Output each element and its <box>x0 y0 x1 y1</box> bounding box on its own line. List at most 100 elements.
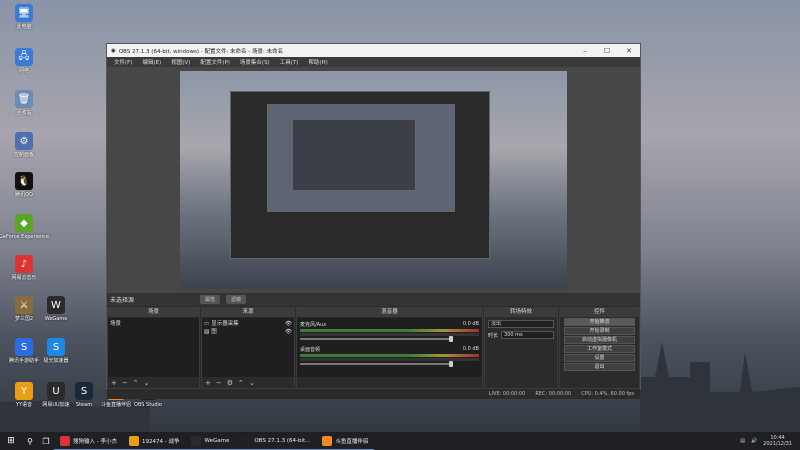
level-meter <box>300 329 479 332</box>
studio-mode-button[interactable]: 工作室模式 <box>564 345 635 353</box>
gear-icon[interactable]: ⚙ <box>227 379 233 387</box>
remove-icon[interactable]: − <box>122 379 128 387</box>
preview-canvas[interactable] <box>180 71 567 289</box>
mixer-dock: 混音器 麦克风/Aux 0.0 dB 桌面音频 0.0 dB <box>296 307 483 389</box>
obs-logo-icon: ◉ <box>111 47 116 54</box>
menu-scene-collection[interactable]: 场景集合(S) <box>235 58 275 66</box>
channel-db: 0.0 dB <box>462 321 479 327</box>
mixer-channel: 麦克风/Aux 0.0 dB <box>300 321 479 342</box>
app-icon: 🐧 <box>15 172 33 190</box>
window-title: OBS 27.1.3 (64-bit, windows) - 配置文件: 未命名… <box>118 48 284 55</box>
up-icon[interactable]: ⌃ <box>133 379 139 387</box>
taskbar: ⊞ ⚲ ❐ 搜狗输入 - 李小杰 192474 - 战争 WeGame OBS 27.… <box>0 432 800 450</box>
level-meter <box>300 354 479 357</box>
transition-select[interactable]: 淡出 <box>488 320 554 328</box>
desktop-icon[interactable]: ⚙ 控制面板 <box>2 132 46 158</box>
duration-label: 时长 <box>488 332 499 339</box>
desktop-icon[interactable]: 🖧 网络 <box>2 48 46 74</box>
menu-edit[interactable]: 编辑(E) <box>137 58 166 66</box>
filters-button[interactable]: 滤镜 <box>226 295 247 304</box>
app-icon <box>60 435 70 446</box>
title-bar[interactable]: ◉ OBS 27.1.3 (64-bit, windows) - 配置文件: 未… <box>107 44 640 57</box>
desktop-icon[interactable]: W WeGame <box>34 296 78 322</box>
desktop-icon-label: WeGame <box>44 316 68 322</box>
desktop-icon-label: GeForce Experience <box>0 234 49 240</box>
dock-row: 场景 场景 + − ⌃ ⌄ 来源 ▭ 显示器采集 👁 ▨ 图 👁 + − ⚙ ⌃ ⌄ 混音器 <box>107 307 640 389</box>
desktop-icon-label: Steam <box>75 402 93 408</box>
status-bar: LIVE: 00:00:00 REC: 00:00:00 CPU: 0.4%, … <box>107 389 640 399</box>
app-icon: S <box>75 382 93 400</box>
mixer-title: 混音器 <box>297 308 482 317</box>
menu-view[interactable]: 视图(V) <box>166 58 195 66</box>
add-icon[interactable]: + <box>111 379 117 387</box>
eye-icon[interactable]: 👁 <box>285 320 292 328</box>
taskbar-app[interactable]: 搜狗输入 - 李小杰 <box>54 432 123 450</box>
desktop-icon-label: 控制面板 <box>13 152 34 158</box>
app-icon: ⚔ <box>15 296 33 314</box>
desktop-icon-label: YY语音 <box>15 402 33 408</box>
taskbar-app-label: OBS 27.1.3 (64-bit... <box>254 437 311 444</box>
search-icon[interactable]: ⚲ <box>22 437 38 446</box>
exit-button[interactable]: 退出 <box>564 363 635 371</box>
desktop-icon-label: 网易云音乐 <box>11 275 37 281</box>
rec-status: REC: 00:00:00 <box>535 391 572 397</box>
scene-item[interactable]: 场景 <box>110 320 197 328</box>
network-icon[interactable]: ▤ <box>740 438 745 444</box>
source-item[interactable]: ▭ 显示器采集 👁 <box>204 320 292 328</box>
monitor-icon: ▭ <box>204 321 210 327</box>
start-recording-button[interactable]: 开始录制 <box>564 327 635 335</box>
down-icon[interactable]: ⌄ <box>249 379 255 387</box>
menu-tools[interactable]: 工具(T) <box>275 58 304 66</box>
controls-dock: 控件 开始推流 开始录制 启动虚拟摄像机 工作室模式 设置 退出 <box>559 307 640 389</box>
desktop-icon[interactable]: 🖥 此电脑 <box>2 4 46 30</box>
down-icon[interactable]: ⌄ <box>144 379 150 387</box>
settings-button[interactable]: 设置 <box>564 354 635 362</box>
minimize-icon[interactable]: – <box>574 47 596 55</box>
source-item[interactable]: ▨ 图 👁 <box>204 328 292 336</box>
start-streaming-button[interactable]: 开始推流 <box>564 318 635 326</box>
app-icon <box>128 435 139 446</box>
desktop-icon[interactable]: 🗑 回收站 <box>2 90 46 116</box>
scenes-footer: + − ⌃ ⌄ <box>108 378 199 388</box>
clock[interactable]: 10:44 2021/12/31 <box>763 435 792 447</box>
app-icon: 🖥 <box>15 4 33 22</box>
obs-window[interactable]: ◉ OBS 27.1.3 (64-bit, windows) - 配置文件: 未… <box>106 43 641 399</box>
taskbar-app-label: 搜狗输入 - 李小杰 <box>73 438 117 445</box>
volume-slider[interactable] <box>300 336 453 342</box>
desktop-icon-label: 腾讯QQ <box>15 192 33 198</box>
virtual-camera-button[interactable]: 启动虚拟摄像机 <box>564 336 635 344</box>
taskbar-app[interactable]: 斗鱼直播伴侣 <box>316 432 375 450</box>
scenes-title: 场景 <box>108 308 199 317</box>
app-icon: S <box>15 338 33 356</box>
desktop-icon[interactable]: ♪ 网易云音乐 <box>2 255 46 281</box>
taskbar-app[interactable]: OBS 27.1.3 (64-bit... <box>235 432 317 450</box>
desktop-icon-label: 回收站 <box>16 110 32 116</box>
menu-profile[interactable]: 配置文件(P) <box>195 58 235 66</box>
transitions-dock: 转场特效 淡出 时长 300 ms <box>484 307 558 389</box>
app-icon: ⚙ <box>15 132 33 150</box>
eye-icon[interactable]: 👁 <box>285 328 292 336</box>
volume-slider[interactable] <box>300 361 453 367</box>
taskbar-app-label: WeGame <box>204 437 230 444</box>
desktop-icon[interactable]: 🐧 腾讯QQ <box>2 172 46 198</box>
taskbar-app[interactable]: 192474 - 战争 <box>122 432 186 450</box>
volume-icon[interactable]: 🔊 <box>751 438 757 444</box>
properties-button[interactable]: 属性 <box>200 295 221 304</box>
app-icon <box>241 435 252 446</box>
menu-help[interactable]: 帮助(H) <box>303 58 332 66</box>
maximize-icon[interactable]: ☐ <box>596 47 618 55</box>
add-icon[interactable]: + <box>205 379 211 387</box>
app-icon: 🗑 <box>15 90 33 108</box>
task-view-icon[interactable]: ❐ <box>38 437 54 446</box>
desktop-icon[interactable]: S 极光加速器 <box>34 338 78 364</box>
remove-icon[interactable]: − <box>216 379 222 387</box>
up-icon[interactable]: ⌃ <box>238 379 244 387</box>
close-icon[interactable]: ✕ <box>618 47 640 55</box>
duration-input[interactable]: 300 ms <box>501 331 554 339</box>
taskbar-app[interactable]: WeGame <box>185 432 236 450</box>
desktop-icon[interactable]: ◆ GeForce Experience <box>0 214 49 240</box>
menu-file[interactable]: 文件(F) <box>109 58 137 66</box>
transitions-title: 转场特效 <box>485 308 557 317</box>
sources-dock: 来源 ▭ 显示器采集 👁 ▨ 图 👁 + − ⚙ ⌃ ⌄ <box>201 307 295 389</box>
windows-start-icon[interactable]: ⊞ <box>0 436 22 446</box>
